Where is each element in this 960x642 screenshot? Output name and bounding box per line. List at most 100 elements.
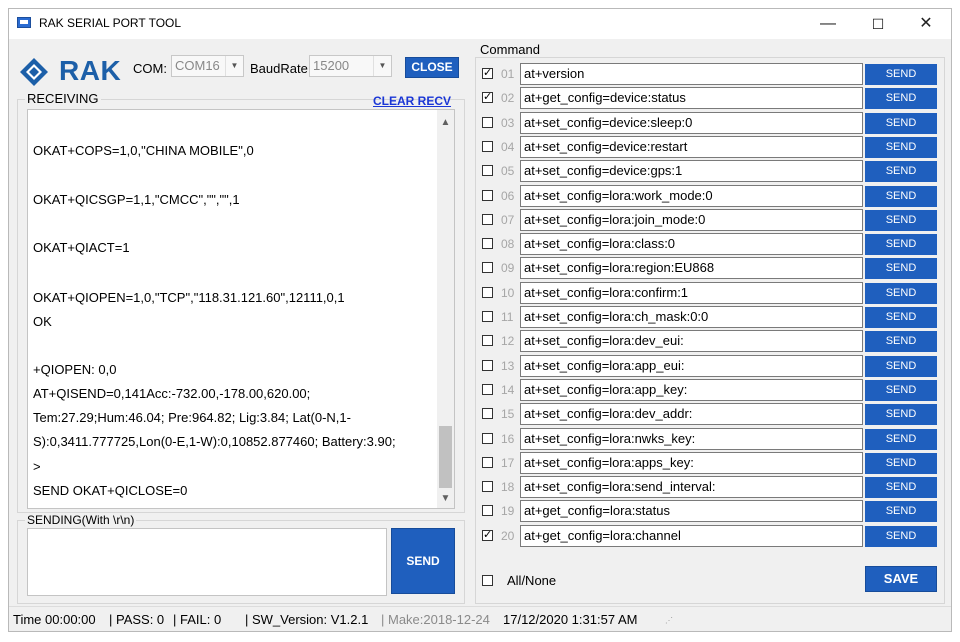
rak-logo: RAK [19, 55, 129, 87]
scrollbar-thumb[interactable] [439, 426, 452, 488]
clear-recv-link[interactable]: CLEAR RECV [373, 94, 451, 108]
command-checkbox[interactable] [482, 286, 493, 298]
command-input[interactable]: at+set_config=lora:ch_mask:0:0 [520, 306, 863, 328]
command-checkbox[interactable] [482, 528, 493, 541]
app-icon [17, 17, 31, 28]
command-send-button[interactable]: SEND [865, 234, 937, 256]
command-checkbox[interactable] [482, 262, 493, 274]
close-window-button[interactable]: ✕ [903, 9, 949, 39]
window-title: RAK SERIAL PORT TOOL [39, 16, 182, 30]
command-send-button[interactable]: SEND [865, 355, 937, 377]
log-line: S):0,3411.777725,Lon(0-E,1-W):0,10852.87… [33, 434, 396, 449]
command-checkbox[interactable] [482, 335, 493, 347]
close-port-button[interactable]: CLOSE [405, 57, 459, 78]
command-input[interactable]: at+set_config=lora:dev_eui: [520, 330, 863, 353]
command-send-button[interactable]: SEND [865, 501, 937, 523]
chevron-down-icon: ▼ [225, 56, 243, 76]
command-checkbox[interactable] [482, 456, 493, 468]
command-send-button[interactable]: SEND [865, 258, 937, 280]
log-line: AT+QISEND=0,141Acc:-732.00,-178.00,620.0… [33, 386, 311, 401]
rak-logo-icon [20, 58, 48, 86]
command-input[interactable]: at+set_config=lora:work_mode:0 [520, 184, 863, 207]
command-input[interactable]: at+set_config=lora:nwks_key: [520, 427, 863, 450]
command-input[interactable]: at+set_config=lora:send_interval: [520, 476, 863, 499]
command-input[interactable]: at+set_config=device:gps:1 [520, 160, 863, 183]
command-send-button[interactable]: SEND [865, 307, 937, 328]
command-checkbox[interactable] [482, 481, 493, 493]
command-input[interactable]: at+get_config=device:status [520, 87, 863, 110]
command-row: 18 at+set_config=lora:send_interval: SEND [479, 476, 949, 500]
command-checkbox[interactable] [482, 213, 493, 225]
command-input[interactable]: at+set_config=lora:apps_key: [520, 451, 863, 474]
receive-textarea[interactable]: OKAT+COPS=1,0,"CHINA MOBILE",0 OKAT+QICS… [27, 109, 455, 509]
command-send-button[interactable]: SEND [865, 477, 937, 499]
command-row: 12 at+set_config=lora:dev_eui: SEND [479, 330, 949, 354]
all-none-checkbox[interactable]: All/None [479, 570, 579, 590]
command-checkbox[interactable] [482, 189, 493, 201]
command-checkbox[interactable] [482, 408, 493, 420]
command-input[interactable]: at+set_config=lora:region:EU868 [520, 257, 863, 280]
command-send-button[interactable]: SEND [865, 331, 937, 353]
maximize-button[interactable]: ☐ [855, 9, 901, 39]
receive-scrollbar[interactable]: ▲ ▼ [437, 110, 454, 508]
command-checkbox[interactable] [482, 432, 493, 444]
command-send-button[interactable]: SEND [865, 282, 937, 304]
command-checkbox[interactable] [482, 165, 493, 177]
command-send-button[interactable]: SEND [865, 136, 937, 158]
com-select[interactable]: COM16 ▼ [171, 55, 244, 77]
command-input[interactable]: at+get_config=lora:status [520, 500, 863, 523]
baudrate-select[interactable]: 15200 ▼ [309, 55, 392, 77]
command-send-button[interactable]: SEND [865, 379, 937, 401]
command-input[interactable]: at+set_config=lora:dev_addr: [520, 403, 863, 426]
command-row: 05 at+set_config=device:gps:1 SEND [479, 160, 949, 184]
command-send-button[interactable]: SEND [865, 64, 937, 85]
send-input[interactable] [27, 528, 387, 596]
scroll-down-icon[interactable]: ▼ [437, 490, 454, 507]
command-send-button[interactable]: SEND [865, 88, 937, 110]
command-send-button[interactable]: SEND [865, 452, 937, 474]
log-line: +QIOPEN: 0,0 [33, 362, 117, 377]
command-checkbox[interactable] [482, 359, 493, 371]
send-button[interactable]: SEND [391, 528, 455, 594]
command-send-button[interactable]: SEND [865, 404, 937, 426]
command-checkbox[interactable] [482, 116, 493, 128]
command-input[interactable]: at+set_config=device:sleep:0 [520, 111, 863, 134]
command-send-button[interactable]: SEND [865, 185, 937, 207]
command-send-button[interactable]: SEND [865, 525, 937, 547]
command-checkbox[interactable] [482, 383, 493, 395]
command-input[interactable]: at+set_config=device:restart [520, 135, 863, 158]
minimize-button[interactable]: — [805, 9, 851, 39]
command-input[interactable]: at+version [520, 63, 863, 85]
command-checkbox[interactable] [482, 505, 493, 517]
command-input[interactable]: at+set_config=lora:app_key: [520, 378, 863, 401]
command-input[interactable]: at+set_config=lora:app_eui: [520, 354, 863, 377]
command-number: 09 [501, 261, 515, 276]
command-row: 09 at+set_config=lora:region:EU868 SEND [479, 257, 949, 281]
command-input[interactable]: at+set_config=lora:confirm:1 [520, 281, 863, 304]
command-checkbox[interactable] [482, 311, 493, 322]
command-input[interactable]: at+set_config=lora:class:0 [520, 233, 863, 256]
command-number: 08 [501, 237, 515, 252]
command-send-button[interactable]: SEND [865, 209, 937, 231]
command-send-button[interactable]: SEND [865, 112, 937, 134]
baudrate-select-value: 15200 [313, 58, 350, 73]
log-line: OK [33, 314, 52, 329]
log-line: Tem:27.29;Hum:46.04; Pre:964.82; Lig:3.8… [33, 410, 351, 425]
command-send-button[interactable]: SEND [865, 161, 937, 183]
command-send-button[interactable]: SEND [865, 428, 937, 450]
scroll-up-icon[interactable]: ▲ [437, 114, 454, 131]
log-line: OKAT+COPS=1,0,"CHINA MOBILE",0 [33, 143, 254, 158]
command-checkbox[interactable] [482, 238, 493, 250]
resize-grip-icon[interactable]: ⋰ [665, 616, 673, 625]
command-checkbox[interactable] [482, 90, 493, 104]
command-input[interactable]: at+set_config=lora:join_mode:0 [520, 208, 863, 231]
logo-text: RAK [59, 55, 122, 86]
command-checkbox[interactable] [482, 66, 493, 79]
all-none-checkbox-box[interactable] [482, 575, 493, 586]
command-row: 20 at+get_config=lora:channelSEND [479, 524, 949, 549]
command-checkbox[interactable] [482, 140, 493, 152]
command-row: 17 at+set_config=lora:apps_key: SEND [479, 451, 949, 476]
command-number: 18 [501, 480, 515, 495]
save-button[interactable]: SAVE [865, 566, 937, 592]
command-input[interactable]: at+get_config=lora:channel [520, 524, 863, 547]
